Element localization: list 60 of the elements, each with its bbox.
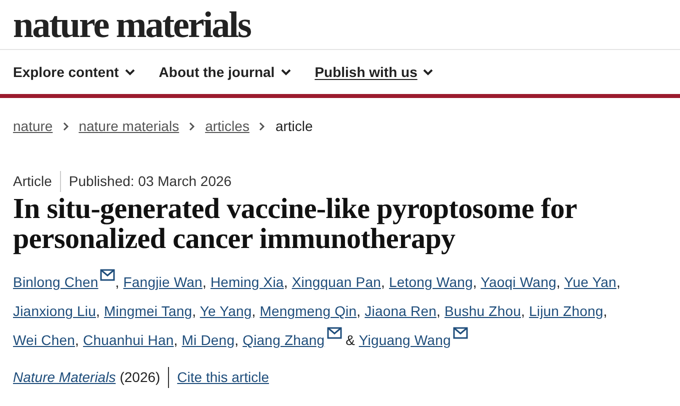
journal-link[interactable]: Nature Materials <box>13 367 116 388</box>
separator: , <box>174 332 178 348</box>
author-link[interactable]: Bushu Zhou <box>444 303 521 319</box>
author-link[interactable]: Yiguang Wang <box>358 332 451 348</box>
author-link[interactable]: Letong Wang <box>389 274 473 290</box>
breadcrumb-link[interactable]: nature materials <box>78 116 180 137</box>
author-link[interactable]: Jianxiong Liu <box>13 303 96 319</box>
chevron-right-icon <box>62 122 69 131</box>
separator: , <box>234 332 239 348</box>
separator: , <box>192 303 196 319</box>
separator: , <box>252 303 256 319</box>
author-link[interactable]: Wei Chen <box>13 332 76 348</box>
author-link[interactable]: Mengmeng Qin <box>260 303 357 319</box>
author-link[interactable]: Yue Yan <box>564 274 616 290</box>
mail-icon <box>326 327 342 339</box>
separator: , <box>603 303 608 319</box>
author-link[interactable]: Mingmei Tang <box>104 303 192 319</box>
separator: , <box>202 274 206 290</box>
separator: , <box>284 274 288 290</box>
article-type: Article <box>13 171 61 192</box>
publication-year: (2026) <box>120 367 170 388</box>
breadcrumb-link[interactable]: nature <box>13 116 53 137</box>
author-link[interactable]: Jiaona Ren <box>364 303 436 319</box>
author-link[interactable]: Xingquan Pan <box>292 274 381 290</box>
breadcrumb-link[interactable]: articles <box>205 116 250 137</box>
author-link[interactable]: Heming Xia <box>210 274 284 290</box>
separator: , <box>75 332 80 348</box>
author-link[interactable]: Qiang Zhang <box>242 332 325 348</box>
author-link[interactable]: Yaoqi Wang <box>480 274 556 290</box>
nav-menu-button[interactable]: Publish with us <box>314 62 434 82</box>
separator: , <box>436 303 440 319</box>
journal-logo[interactable]: nature materials <box>13 5 250 46</box>
chevron-down-icon <box>124 68 135 76</box>
author-link[interactable]: Fangjie Wan <box>123 274 202 290</box>
nav-menu-button[interactable]: About the journal <box>158 62 291 82</box>
separator: , <box>115 274 120 290</box>
separator: , <box>381 274 385 290</box>
breadcrumb-current: article <box>275 117 313 136</box>
author-link[interactable]: Binlong Chen <box>13 274 98 290</box>
chevron-down-icon <box>280 68 291 76</box>
separator: , <box>520 303 525 319</box>
author-link[interactable]: Mi Deng <box>182 332 235 348</box>
nav-menu-button[interactable]: Explore content <box>13 62 135 82</box>
separator: , <box>616 274 620 290</box>
separator: , <box>556 274 560 290</box>
cite-link[interactable]: Cite this article <box>177 367 269 388</box>
author-link[interactable]: Lijun Zhong <box>528 303 604 319</box>
chevron-right-icon <box>259 122 266 131</box>
chevron-right-icon <box>189 122 196 131</box>
mail-icon <box>100 269 116 281</box>
separator: & <box>346 332 356 348</box>
author-link[interactable]: Ye Yang <box>200 303 252 319</box>
author-link[interactable]: Chuanhui Han <box>83 332 174 348</box>
separator: , <box>356 303 361 319</box>
separator: , <box>472 274 477 290</box>
chevron-down-icon <box>423 68 434 76</box>
separator: , <box>96 303 100 319</box>
article-title: In situ-generated vaccine-like pyroptosome for personalized cancer immunotherapy <box>12 192 578 254</box>
mail-icon <box>452 327 468 339</box>
published-date: Published: 03 March 2026 <box>68 172 232 191</box>
